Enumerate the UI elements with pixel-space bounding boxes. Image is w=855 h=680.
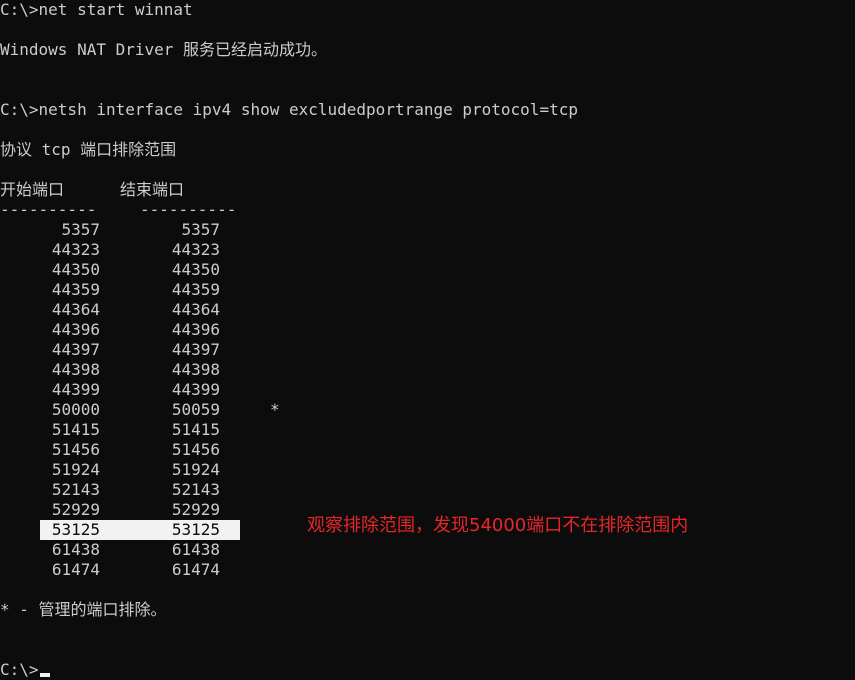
start-port-cell: 61438	[51, 540, 100, 559]
end-port-cell: 44350	[171, 260, 220, 279]
start-port-cell: 52143	[51, 480, 100, 499]
table-row: 44398 44398	[0, 360, 300, 380]
end-port-cell: 50059	[171, 400, 220, 419]
end-port-cell: 44399	[171, 380, 220, 399]
start-port-cell: 51456	[51, 440, 100, 459]
end-port-cell: 44364	[171, 300, 220, 319]
start-port-divider: ----------	[0, 200, 97, 219]
command-prompt[interactable]: C:\>	[0, 660, 39, 680]
end-port-cell: 51924	[171, 460, 220, 479]
end-port-cell: 51415	[171, 420, 220, 439]
end-port-cell: 52929	[171, 500, 220, 519]
start-port-cell: 52929	[51, 500, 100, 519]
end-port-cell: 61438	[171, 540, 220, 559]
table-row: 44399 44399	[0, 380, 300, 400]
end-port-cell: 44396	[171, 320, 220, 339]
start-port-cell: 5357	[61, 220, 100, 239]
start-port-cell: 61474	[51, 560, 100, 579]
end-port-cell: 53125	[171, 520, 220, 539]
start-port-cell: 53125	[51, 520, 100, 539]
table-row: 44397 44397	[0, 340, 300, 360]
table-row: 52143 52143	[0, 480, 300, 500]
table-row: 50000 50059 *	[0, 400, 300, 420]
end-port-cell: 44323	[171, 240, 220, 259]
start-port-cell: 44323	[51, 240, 100, 259]
end-port-cell: 61474	[171, 560, 220, 579]
service-started-message: Windows NAT Driver 服务已经启动成功。	[0, 40, 328, 59]
footnote: * - 管理的端口排除。	[0, 600, 167, 619]
end-port-cell: 44398	[171, 360, 220, 379]
end-port-divider: ----------	[140, 200, 237, 219]
start-port-cell: 51415	[51, 420, 100, 439]
start-port-cell: 44398	[51, 360, 100, 379]
end-port-cell: 5357	[181, 220, 220, 239]
start-port-cell: 44396	[51, 320, 100, 339]
end-port-header: 结束端口	[120, 180, 185, 199]
command-net-start: C:\>net start winnat	[0, 0, 193, 19]
table-row: 61438 61438	[0, 540, 300, 560]
start-port-cell: 44397	[51, 340, 100, 359]
table-row: 5357 5357	[0, 220, 300, 240]
table-row: 51924 51924	[0, 460, 300, 480]
start-port-cell: 50000	[51, 400, 100, 419]
table-row: 51415 51415	[0, 420, 300, 440]
start-port-header: 开始端口	[0, 180, 65, 199]
command-netsh: C:\>netsh interface ipv4 show excludedpo…	[0, 100, 578, 119]
administered-marker: *	[270, 400, 280, 419]
start-port-cell: 44364	[51, 300, 100, 319]
table-row: 61474 61474	[0, 560, 300, 580]
end-port-cell: 51456	[171, 440, 220, 459]
table-row: 52929 52929	[0, 500, 300, 520]
red-annotation: 观察排除范围，发现54000端口不在排除范围内	[307, 515, 689, 536]
table-row: 44350 44350	[0, 260, 300, 280]
table-row: 44396 44396	[0, 320, 300, 340]
start-port-cell: 44350	[51, 260, 100, 279]
table-row: 44364 44364	[0, 300, 300, 320]
table-row: 53125 53125	[0, 520, 300, 540]
table-row: 44323 44323	[0, 240, 300, 260]
end-port-cell: 44359	[171, 280, 220, 299]
end-port-cell: 52143	[171, 480, 220, 499]
start-port-cell: 44399	[51, 380, 100, 399]
protocol-title: 协议 tcp 端口排除范围	[0, 140, 177, 159]
start-port-cell: 44359	[51, 280, 100, 299]
text-cursor	[40, 673, 50, 677]
table-row: 44359 44359	[0, 280, 300, 300]
start-port-cell: 51924	[51, 460, 100, 479]
end-port-cell: 44397	[171, 340, 220, 359]
table-row: 51456 51456	[0, 440, 300, 460]
